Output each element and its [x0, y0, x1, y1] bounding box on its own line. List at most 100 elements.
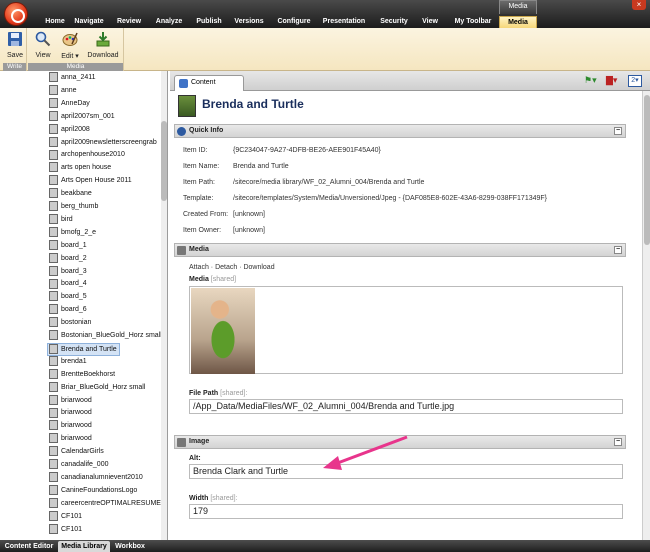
version-selector[interactable]: 2▾	[628, 75, 642, 87]
tree-item[interactable]: beakbane	[49, 188, 92, 201]
tree-item[interactable]: AnneDay	[49, 97, 90, 111]
tree-item[interactable]: bird	[49, 214, 73, 227]
image-thumbnail-icon	[49, 368, 58, 379]
tree-item[interactable]: briarwood	[49, 407, 92, 420]
download-button[interactable]: Download	[86, 31, 120, 59]
view-button[interactable]: View	[32, 31, 54, 59]
image-thumbnail-icon	[49, 149, 58, 160]
tree-item[interactable]: BrentteBoekhorst	[49, 368, 116, 382]
tree-item[interactable]: Briar_BlueGold_Horz small	[49, 381, 145, 395]
tab-versions[interactable]: Versions	[232, 16, 266, 28]
collapse-icon[interactable]: −	[614, 246, 622, 254]
image-thumbnail-icon	[49, 394, 58, 405]
tree-item[interactable]: arts open house	[49, 162, 111, 175]
magnifier-icon	[35, 31, 51, 47]
tree-item-label: anne	[61, 86, 77, 94]
tab-security[interactable]: Security	[376, 16, 412, 28]
tree-item[interactable]: archopenhouse2010	[49, 149, 125, 162]
tree-item-label: april2008	[61, 125, 90, 133]
media-section-icon	[177, 246, 186, 255]
tree-item[interactable]: brenda1	[49, 355, 87, 369]
save-button[interactable]: Save	[5, 31, 25, 59]
tree-item[interactable]: board_1	[49, 239, 87, 253]
sitecore-logo-icon[interactable]	[4, 2, 28, 26]
tab-presentation[interactable]: Presentation	[321, 16, 367, 28]
tree-item[interactable]: anna_2411	[49, 72, 96, 85]
image-thumbnail-icon	[49, 265, 58, 276]
tree-item[interactable]: april2009newsletterscreengrab	[49, 136, 157, 150]
tree-item[interactable]: board_5	[49, 291, 87, 304]
tree-item[interactable]: briarwood	[49, 394, 92, 408]
tree-item[interactable]: april2008	[49, 123, 90, 137]
paint-palette-icon	[62, 32, 78, 46]
width-label: Width [shared]:	[189, 495, 238, 502]
media-context-label: Media	[499, 0, 537, 14]
tree-item[interactable]: bostonian	[49, 317, 91, 330]
tree-item[interactable]: Brenda and Turtle	[47, 342, 120, 356]
tab-configure[interactable]: Configure	[275, 16, 313, 28]
tree-item[interactable]: canadalife_000	[49, 459, 109, 472]
content-icon	[179, 79, 188, 88]
collapse-icon[interactable]: −	[614, 127, 622, 135]
tree-item[interactable]: CalendarGirls	[49, 446, 104, 459]
flag-icon[interactable]: ⚑▾	[584, 75, 597, 87]
alt-field[interactable]: Brenda Clark and Turtle	[189, 464, 623, 479]
tree-item-label: board_3	[61, 267, 87, 275]
taskbar-workbox[interactable]: Workbox	[112, 541, 148, 552]
tree-item[interactable]: CF101	[49, 523, 82, 537]
edit-label: Edit ▾	[61, 53, 79, 60]
image-thumbnail-icon	[49, 252, 58, 263]
tree-item-label: board_4	[61, 280, 87, 288]
tree-item[interactable]: CanineFoundationsLogo	[49, 484, 137, 498]
tree-item[interactable]: board_2	[49, 252, 87, 266]
tree-item[interactable]: careercentreOPTIMALRESUME	[49, 497, 161, 511]
alt-label: Alt:	[189, 455, 201, 462]
width-field[interactable]: 179	[189, 504, 623, 519]
edit-button[interactable]: Edit ▾	[57, 31, 83, 60]
tree-item[interactable]: bmofg_2_e	[49, 226, 96, 240]
image-section-icon	[177, 438, 186, 447]
tab-navigate[interactable]: Navigate	[70, 16, 108, 28]
tab-view[interactable]: View	[418, 16, 442, 28]
tab-content[interactable]: Content	[174, 75, 244, 91]
tree-item[interactable]: briarwood	[49, 420, 92, 433]
editor-scrollbar[interactable]	[642, 91, 650, 540]
tab-publish[interactable]: Publish	[192, 16, 226, 28]
tree-item-label: BrentteBoekhorst	[61, 370, 116, 378]
tab-my-toolbar[interactable]: My Toolbar	[449, 16, 497, 28]
tree-item-label: brenda1	[61, 357, 87, 365]
tree-item[interactable]: CF101	[49, 510, 82, 524]
media-section-header[interactable]: Media −	[174, 243, 626, 257]
tree-item[interactable]: board_4	[49, 278, 87, 291]
quick-info-label: Template:	[183, 195, 214, 202]
tree-item[interactable]: briarwood	[49, 433, 92, 446]
tab-review[interactable]: Review	[113, 16, 145, 28]
taskbar-media-library[interactable]: Media Library	[58, 541, 110, 552]
close-icon[interactable]: ×	[632, 0, 646, 10]
tree-item[interactable]: board_3	[49, 265, 87, 279]
tree-item[interactable]: berg_thumb	[49, 201, 98, 214]
image-thumbnail-icon	[49, 355, 58, 366]
quick-info-title: Quick Info	[189, 127, 224, 134]
media-section-title: Media	[189, 246, 209, 253]
tree-item[interactable]: canadianalumnievent2010	[49, 472, 143, 485]
language-flag-icon[interactable]: ▇▾	[606, 75, 617, 87]
collapse-icon[interactable]: −	[614, 438, 622, 446]
tree-item[interactable]: board_6	[49, 304, 87, 317]
tab-analyze[interactable]: Analyze	[153, 16, 185, 28]
tab-media[interactable]: Media	[499, 16, 537, 28]
media-preview-box[interactable]	[189, 286, 623, 374]
quick-info-header[interactable]: Quick Info −	[174, 124, 626, 138]
image-thumbnail-icon	[49, 188, 58, 199]
tree-item[interactable]: Bostonian_BlueGold_Horz small	[49, 330, 162, 343]
media-actions[interactable]: Attach · Detach · Download	[189, 264, 275, 271]
tree-scrollbar[interactable]	[161, 71, 167, 540]
taskbar-content-editor[interactable]: Content Editor	[2, 541, 56, 552]
image-section-header[interactable]: Image −	[174, 435, 626, 449]
quick-info-label: Item ID:	[183, 147, 208, 154]
quick-info-value: {9C234047-9A27-4DFB-BE26-AEE901F45A40}	[233, 147, 381, 154]
file-path-field[interactable]: /App_Data/MediaFiles/WF_02_Alumni_004/Br…	[189, 399, 623, 414]
tree-item[interactable]: anne	[49, 85, 77, 98]
tree-item[interactable]: april2007sm_001	[49, 110, 115, 124]
tree-item[interactable]: Arts Open House 2011	[49, 175, 132, 188]
